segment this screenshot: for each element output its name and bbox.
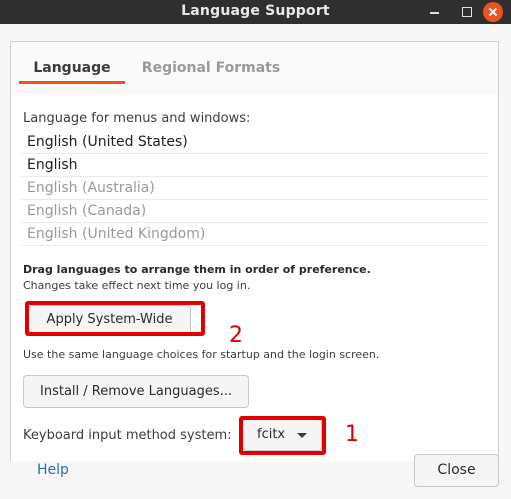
tab-regional-formats[interactable]: Regional Formats — [137, 52, 285, 84]
language-list-label: Language for menus and windows: — [23, 111, 251, 126]
same-choices-note: Use the same language choices for startu… — [23, 348, 380, 361]
annotation-number-1: 1 — [345, 422, 359, 447]
tab-language[interactable]: Language — [19, 52, 125, 84]
language-item[interactable]: English (Canada) — [21, 200, 489, 223]
annotation-number-2: 2 — [229, 323, 243, 348]
maximize-icon[interactable] — [457, 2, 477, 22]
title-bar: Language Support — [0, 0, 511, 24]
highlight-box-apply — [25, 301, 205, 336]
drag-hint: Drag languages to arrange them in order … — [23, 263, 371, 276]
tab-panel: Language Regional Formats Language for m… — [10, 41, 499, 461]
help-button[interactable]: Help — [37, 462, 69, 478]
language-item[interactable]: English — [21, 154, 489, 177]
highlight-box-fcitx — [239, 416, 326, 455]
language-page: Language for menus and windows: English … — [11, 95, 498, 461]
drag-subtext: Changes take effect next time you log in… — [23, 279, 251, 292]
keyboard-input-label: Keyboard input method system: — [23, 428, 232, 443]
close-icon[interactable] — [483, 2, 503, 22]
language-item[interactable]: English (Australia) — [21, 177, 489, 200]
language-item[interactable]: English (United Kingdom) — [21, 223, 489, 246]
language-item[interactable]: English (United States) — [21, 131, 489, 154]
language-list[interactable]: English (United States) English English … — [21, 131, 489, 246]
minimize-icon[interactable] — [425, 2, 445, 22]
close-button[interactable]: Close — [414, 454, 499, 487]
install-remove-languages-button[interactable]: Install / Remove Languages... — [23, 375, 249, 408]
dialog-content: Language Regional Formats Language for m… — [0, 24, 511, 499]
